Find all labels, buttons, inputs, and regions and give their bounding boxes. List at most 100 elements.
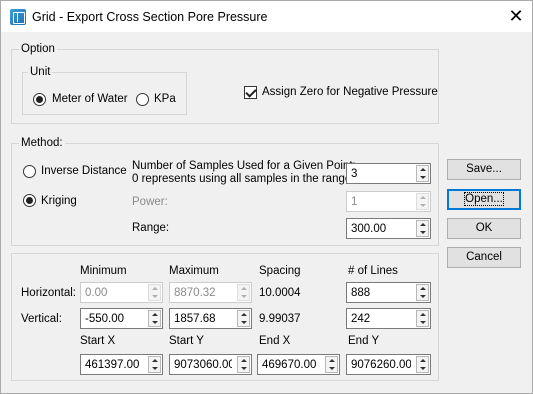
spacing-header: Spacing <box>259 265 301 277</box>
vertical-maximum-spin-buttons[interactable] <box>237 310 250 327</box>
vertical-maximum-input[interactable] <box>170 309 236 328</box>
start-y-stepper[interactable] <box>169 354 252 375</box>
up-arrow-icon[interactable] <box>417 311 428 319</box>
power-input <box>347 192 415 211</box>
close-icon[interactable]: ✕ <box>500 3 532 31</box>
start-x-header: Start X <box>80 335 116 347</box>
horizontal-lines-spin-buttons[interactable] <box>416 284 429 301</box>
horizontal-maximum-stepper <box>169 282 252 303</box>
down-arrow-icon[interactable] <box>326 365 337 373</box>
down-arrow-icon <box>417 202 428 210</box>
end-y-input[interactable] <box>347 355 415 374</box>
kpa-radio[interactable] <box>136 93 149 106</box>
down-arrow-icon[interactable] <box>417 319 428 327</box>
vertical-minimum-input[interactable] <box>81 309 147 328</box>
open-button-label: Open... <box>464 192 504 206</box>
horizontal-minimum-input <box>81 283 147 302</box>
kpa-label[interactable]: KPa <box>154 93 176 105</box>
up-arrow-icon[interactable] <box>417 166 428 174</box>
vertical-lines-input[interactable] <box>347 309 415 328</box>
up-arrow-icon[interactable] <box>417 285 428 293</box>
cancel-button-label: Cancel <box>466 251 502 263</box>
down-arrow-icon[interactable] <box>417 365 428 373</box>
down-arrow-icon <box>149 293 160 301</box>
vertical-spacing-value: 9.99037 <box>259 313 301 325</box>
up-arrow-icon[interactable] <box>417 357 428 365</box>
up-arrow-icon[interactable] <box>238 357 249 365</box>
horizontal-label: Horizontal: <box>21 287 76 299</box>
up-arrow-icon <box>417 194 428 202</box>
range-spin-buttons[interactable] <box>416 220 429 237</box>
range-stepper[interactable] <box>346 218 431 239</box>
down-arrow-icon[interactable] <box>238 365 249 373</box>
down-arrow-icon <box>238 293 249 301</box>
save-button-label: Save... <box>466 163 502 175</box>
samples-label-line1: Number of Samples Used for a Given Point… <box>132 160 356 172</box>
unit-group-label: Unit <box>28 66 53 78</box>
up-arrow-icon <box>149 285 160 293</box>
up-arrow-icon[interactable] <box>326 357 337 365</box>
range-label: Range: <box>132 222 170 234</box>
ok-button[interactable]: OK <box>447 218 521 239</box>
kriging-label[interactable]: Kriging <box>41 195 77 207</box>
end-x-stepper[interactable] <box>257 354 340 375</box>
inverse-distance-radio[interactable] <box>23 165 36 178</box>
dialog-window: Grid - Export Cross Section Pore Pressur… <box>0 0 533 394</box>
meter-of-water-radio[interactable] <box>33 93 46 106</box>
start-y-input[interactable] <box>170 355 236 374</box>
maximum-header: Maximum <box>169 265 219 277</box>
save-button[interactable]: Save... <box>447 159 521 180</box>
power-label: Power: <box>132 196 168 208</box>
start-x-spin-buttons[interactable] <box>148 356 161 373</box>
start-y-spin-buttons[interactable] <box>237 356 250 373</box>
horizontal-spacing-value: 10.0004 <box>259 287 301 299</box>
vertical-minimum-stepper[interactable] <box>80 308 163 329</box>
inverse-distance-label[interactable]: Inverse Distance <box>41 165 127 177</box>
down-arrow-icon[interactable] <box>417 293 428 301</box>
down-arrow-icon[interactable] <box>417 174 428 182</box>
horizontal-lines-stepper[interactable] <box>346 282 431 303</box>
method-group-label: Method: <box>19 137 65 149</box>
up-arrow-icon <box>238 285 249 293</box>
end-y-header: End Y <box>348 335 380 347</box>
end-y-spin-buttons[interactable] <box>416 356 429 373</box>
assign-zero-checkbox[interactable] <box>244 86 257 99</box>
cancel-button[interactable]: Cancel <box>447 247 521 268</box>
down-arrow-icon[interactable] <box>417 229 428 237</box>
range-input[interactable] <box>347 219 415 238</box>
option-group-label: Option <box>19 43 57 55</box>
meter-of-water-label[interactable]: Meter of Water <box>52 93 128 105</box>
kriging-radio[interactable] <box>23 194 36 207</box>
vertical-lines-stepper[interactable] <box>346 308 431 329</box>
vertical-label: Vertical: <box>21 313 62 325</box>
up-arrow-icon[interactable] <box>149 311 160 319</box>
app-icon <box>10 9 26 25</box>
samples-input[interactable] <box>347 164 415 183</box>
end-x-header: End X <box>259 335 291 347</box>
vertical-minimum-spin-buttons[interactable] <box>148 310 161 327</box>
start-x-input[interactable] <box>81 355 147 374</box>
up-arrow-icon[interactable] <box>238 311 249 319</box>
horizontal-maximum-input <box>170 283 236 302</box>
samples-label-line2: 0 represents using all samples in the ra… <box>132 173 355 185</box>
end-x-spin-buttons[interactable] <box>325 356 338 373</box>
down-arrow-icon[interactable] <box>149 365 160 373</box>
assign-zero-label[interactable]: Assign Zero for Negative Pressure <box>262 86 438 98</box>
end-y-stepper[interactable] <box>346 354 431 375</box>
up-arrow-icon[interactable] <box>417 221 428 229</box>
start-y-header: Start Y <box>169 335 204 347</box>
title-bar: Grid - Export Cross Section Pore Pressur… <box>1 1 532 32</box>
open-button[interactable]: Open... <box>447 189 521 210</box>
vertical-lines-spin-buttons[interactable] <box>416 310 429 327</box>
horizontal-lines-input[interactable] <box>347 283 415 302</box>
vertical-maximum-stepper[interactable] <box>169 308 252 329</box>
samples-stepper[interactable] <box>346 163 431 184</box>
start-x-stepper[interactable] <box>80 354 163 375</box>
samples-spin-buttons[interactable] <box>416 165 429 182</box>
down-arrow-icon[interactable] <box>238 319 249 327</box>
down-arrow-icon[interactable] <box>149 319 160 327</box>
up-arrow-icon[interactable] <box>149 357 160 365</box>
minimum-header: Minimum <box>80 265 127 277</box>
horizontal-minimum-stepper <box>80 282 163 303</box>
end-x-input[interactable] <box>258 355 324 374</box>
